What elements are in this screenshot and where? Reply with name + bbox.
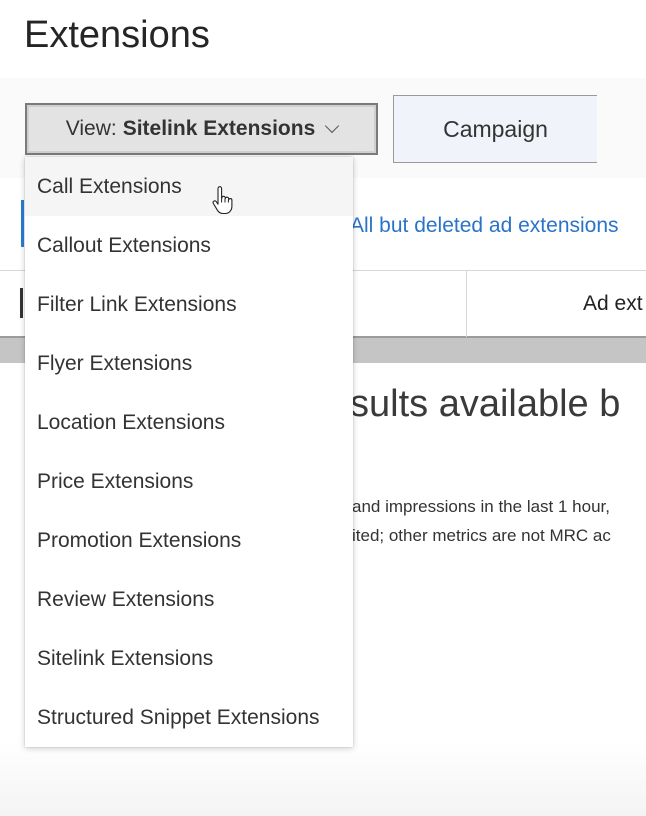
header-checkbox-edge[interactable] [20, 288, 23, 318]
menu-item-flyer-extensions[interactable]: Flyer Extensions [25, 334, 353, 393]
page-title: Extensions [24, 14, 210, 56]
campaign-tab[interactable]: Campaign [393, 95, 597, 163]
bottom-fade [0, 740, 646, 816]
view-dropdown[interactable]: View: Sitelink Extensions [25, 103, 378, 155]
menu-item-price-extensions[interactable]: Price Extensions [25, 452, 353, 511]
menu-item-structured-snippet-extensions[interactable]: Structured Snippet Extensions [25, 688, 353, 747]
menu-item-call-extensions[interactable]: Call Extensions [25, 157, 353, 216]
column-header-ad-extension[interactable]: Ad ext [583, 292, 643, 316]
results-note-line-1: and impressions in the last 1 hour, [352, 497, 610, 516]
filter-accent-bar [21, 200, 24, 247]
chevron-down-icon [325, 118, 340, 134]
menu-item-location-extensions[interactable]: Location Extensions [25, 393, 353, 452]
no-results-message: sults available b [350, 383, 621, 425]
hand-pointer-icon [212, 186, 233, 214]
menu-item-callout-extensions[interactable]: Callout Extensions [25, 216, 353, 275]
column-divider [466, 271, 467, 337]
results-note-line-2: ited; other metrics are not MRC ac [352, 526, 611, 545]
filter-link[interactable]: All but deleted ad extensions [350, 214, 619, 238]
menu-item-sitelink-extensions[interactable]: Sitelink Extensions [25, 629, 353, 688]
view-dropdown-prefix: View: [65, 117, 117, 140]
view-dropdown-value: Sitelink Extensions [122, 117, 316, 140]
menu-item-filter-link-extensions[interactable]: Filter Link Extensions [25, 275, 353, 334]
menu-item-review-extensions[interactable]: Review Extensions [25, 570, 353, 629]
view-dropdown-menu: Call Extensions Callout Extensions Filter … [25, 157, 353, 747]
menu-item-promotion-extensions[interactable]: Promotion Extensions [25, 511, 353, 570]
